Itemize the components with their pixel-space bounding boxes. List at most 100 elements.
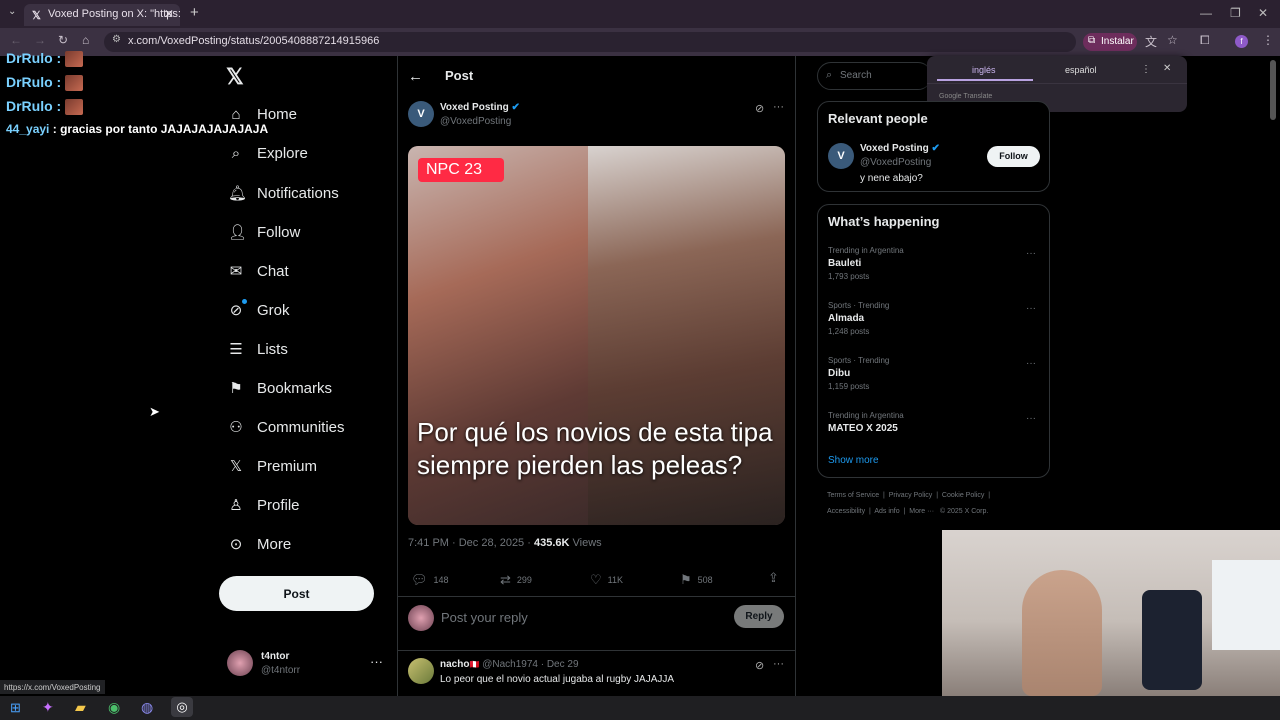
nav-explore[interactable]: ⌕ Explore [228, 145, 308, 162]
nav-follow[interactable]: 👤︎ Follow [228, 223, 300, 242]
reply-author[interactable]: nacho [440, 659, 469, 670]
nav-communities[interactable]: ⚇ Communities [228, 418, 344, 437]
ads-info-link[interactable]: Ads info [874, 508, 899, 515]
trend-more-icon[interactable]: ··· [1026, 248, 1036, 259]
nav-more[interactable]: ⊙ More [228, 535, 291, 554]
bookmark-action[interactable]: ⚑ 508 [680, 572, 713, 588]
discord-icon[interactable]: ◍ [141, 699, 153, 716]
repost-action[interactable]: ⇄ 299 [500, 572, 532, 588]
site-info-icon[interactable]: ⚙ [112, 34, 121, 45]
whats-happening-card: What’s happening Trending in Argentina B… [817, 204, 1050, 478]
author-avatar[interactable]: V [408, 101, 434, 127]
page-scrollbar[interactable] [1270, 60, 1276, 120]
extensions-icon[interactable]: ⧠ [1200, 33, 1210, 48]
accessibility-link[interactable]: Accessibility [827, 508, 865, 515]
google-translate-label: Google Translate [939, 93, 993, 100]
reply-author-avatar[interactable] [408, 658, 434, 684]
author-handle[interactable]: @VoxedPosting [440, 116, 511, 127]
x-logo-icon[interactable]: 𝕏 [226, 64, 244, 90]
trend-item[interactable]: Trending in Argentina Bauleti 1,793 post… [828, 246, 1041, 281]
bookmark-icon: ⚑ [680, 572, 692, 587]
nav-lists[interactable]: ☰ Lists [228, 340, 288, 359]
close-tab-icon[interactable]: ✕ [164, 7, 174, 21]
verified-badge-icon: ✔ [931, 143, 940, 154]
popup-divider [927, 83, 1187, 84]
bookmark-star-icon[interactable]: ☆ [1167, 33, 1178, 47]
close-popup-icon[interactable]: ✕ [1163, 63, 1171, 74]
account-menu-icon[interactable]: ··· [370, 654, 383, 669]
cookie-link[interactable]: Cookie Policy [942, 492, 984, 499]
tab-strip: ⌄ 𝕏 Voxed Posting on X: "https://t.c ✕ +… [0, 0, 1280, 28]
minimize-icon[interactable]: — [1200, 6, 1212, 20]
account-handle: @t4ntorr [261, 665, 301, 676]
tweet-meta: 7:41 PM · Dec 28, 2025 · 435.6K Views [408, 537, 602, 549]
terms-link[interactable]: Terms of Service [827, 492, 879, 499]
trend-item[interactable]: Sports · Trending Dibu 1,159 posts ··· [828, 356, 1041, 391]
mail-icon: ✉ [229, 263, 243, 280]
nav-grok[interactable]: ⊘ Grok [228, 301, 290, 320]
lang-source-tab[interactable]: inglés [972, 65, 996, 75]
post-button[interactable]: Post [219, 576, 374, 611]
tab-list-icon[interactable]: ⌄ [8, 6, 16, 17]
trend-item[interactable]: Trending in Argentina MATEO X 2025 ··· [828, 411, 1041, 434]
follow-button[interactable]: Follow [987, 146, 1040, 167]
browser-menu-icon[interactable]: ⋮ [1262, 33, 1274, 47]
lang-target-tab[interactable]: español [1065, 65, 1097, 75]
footer-more-link[interactable]: More ··· [909, 508, 934, 515]
browser-tab[interactable]: 𝕏 Voxed Posting on X: "https://t.c ✕ [24, 4, 180, 26]
file-explorer-icon[interactable]: ▰ [75, 699, 86, 716]
share-icon[interactable]: ⇪ [768, 570, 779, 586]
footer-links-row2: Accessibility | Ads info | More ··· © 20… [827, 508, 989, 515]
privacy-link[interactable]: Privacy Policy [889, 492, 933, 499]
nav-notifications[interactable]: 🔔︎ Notifications [228, 184, 339, 203]
restore-icon[interactable]: ❐ [1230, 6, 1241, 20]
reload-icon[interactable]: ↻ [58, 33, 68, 47]
account-avatar[interactable] [227, 650, 253, 676]
footer-links-row1: Terms of Service | Privacy Policy | Cook… [827, 492, 991, 499]
address-bar[interactable]: ⚙ x.com/VoxedPosting/status/200540888721… [104, 32, 1076, 52]
relevant-name[interactable]: Voxed Posting ✔ [860, 143, 940, 154]
reply-more-icon[interactable]: ··· [773, 658, 784, 670]
x-premium-icon: 𝕏 [229, 458, 243, 475]
like-action[interactable]: ♡ 11K [590, 572, 623, 588]
translate-icon[interactable]: 文 [1145, 33, 1157, 50]
chrome-icon[interactable]: ◉ [108, 699, 120, 716]
nav-profile[interactable]: ♙ Profile [228, 496, 299, 515]
tweet-time[interactable]: 7:41 PM · Dec 28, 2025 · [408, 537, 531, 549]
show-more-link[interactable]: Show more [828, 455, 879, 466]
nav-chat[interactable]: ✉ Chat [228, 262, 289, 281]
nav-premium[interactable]: 𝕏 Premium [228, 457, 317, 476]
obs-icon[interactable]: ◎ [171, 697, 193, 717]
reply-button[interactable]: Reply [734, 605, 784, 628]
tweet-more-icon[interactable]: ··· [773, 101, 784, 113]
grok-explain-icon[interactable]: ⊘ [755, 659, 764, 672]
nav-home[interactable]: ⌂ Home [228, 106, 297, 123]
nav-bookmarks[interactable]: ⚑ Bookmarks [228, 379, 332, 398]
back-arrow-icon[interactable]: ← [408, 68, 423, 85]
profile-avatar[interactable]: f [1235, 35, 1248, 48]
search-box[interactable]: ⌕ Search [817, 62, 932, 90]
home-icon[interactable]: ⌂ [82, 33, 89, 47]
new-tab-icon[interactable]: + [190, 4, 199, 21]
copilot-icon[interactable]: ✦ [42, 699, 54, 716]
home-icon: ⌂ [231, 106, 241, 123]
install-button[interactable]: ⧉ Instalar [1083, 33, 1137, 51]
heart-icon: ♡ [590, 572, 602, 587]
tweet-image[interactable]: NPC 23 Por qué los novios de esta tipa s… [408, 146, 785, 525]
author-name[interactable]: Voxed Posting ✔ [440, 102, 520, 113]
trend-more-icon[interactable]: ··· [1026, 413, 1036, 424]
trend-item[interactable]: Sports · Trending Almada 1,248 posts ··· [828, 301, 1041, 336]
reply-action[interactable]: 💬︎ 148 [411, 572, 449, 588]
relevant-avatar[interactable]: V [828, 143, 854, 169]
relevant-bio: y nene abajo? [860, 173, 923, 184]
relevant-name-text: Voxed Posting [860, 143, 929, 154]
windows-start-icon[interactable]: ⊞ [10, 700, 21, 716]
back-icon[interactable]: ← [10, 33, 22, 47]
trend-more-icon[interactable]: ··· [1026, 358, 1036, 369]
forward-icon[interactable]: → [34, 33, 46, 47]
reply-input[interactable]: Post your reply [441, 610, 528, 625]
grok-explain-icon[interactable]: ⊘ [755, 102, 764, 115]
translate-options-icon[interactable]: ⋮ [1141, 64, 1151, 75]
trend-more-icon[interactable]: ··· [1026, 303, 1036, 314]
close-window-icon[interactable]: ✕ [1258, 6, 1268, 20]
